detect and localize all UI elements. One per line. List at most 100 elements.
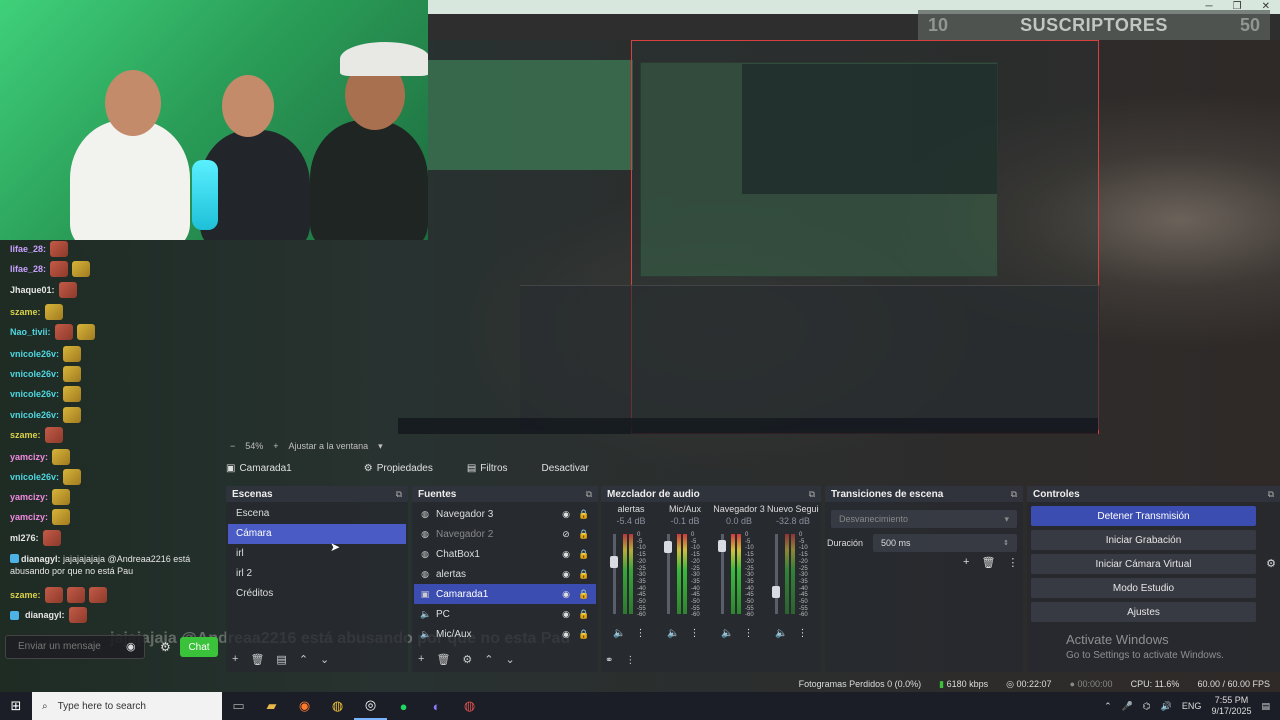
duration-input[interactable]: 500 ms ⇕ [873,534,1017,552]
source-item[interactable]: ◍ alertas ◉ 🔒 [414,564,596,584]
eye-icon[interactable]: ◉ [560,509,572,520]
lock-icon[interactable]: 🔒 [578,569,590,580]
more-icon[interactable]: ⋮ [689,628,699,639]
volume-fader-knob[interactable] [610,556,618,569]
start-virtual-camera-button[interactable]: Iniciar Cámara Virtual ⚙ [1031,554,1276,574]
transition-type-select[interactable]: Desvanecimiento ▾ [831,510,1017,528]
volume-fader-track[interactable] [775,534,778,614]
trash-icon[interactable]: 🗑 [981,556,995,569]
eye-icon[interactable]: ◉ [560,609,572,620]
speaker-icon[interactable]: 🔈 [721,628,733,639]
chrome-profile-icon[interactable]: ◍ [453,692,486,720]
lock-icon[interactable]: 🔒 [578,529,590,540]
eye-icon[interactable]: ◉ [560,569,572,580]
popout-icon[interactable]: ⧉ [586,489,592,500]
popout-icon[interactable]: ⧉ [809,489,815,500]
language-indicator[interactable]: ENG [1182,701,1202,711]
popout-icon[interactable]: ⧉ [396,489,402,500]
arrow-up-icon[interactable]: ⌃ [484,653,493,666]
more-icon[interactable]: ⋮ [635,628,645,639]
more-icon[interactable]: ⋮ [743,628,753,639]
filters-button[interactable]: ▤ Filtros [459,460,516,477]
chat-send-button[interactable]: Chat [180,637,218,657]
lock-icon[interactable]: 🔒 [578,509,590,520]
meter-tick-label: -10 [745,545,754,552]
discord-icon[interactable]: ◐ [420,692,453,720]
spinner-icon[interactable]: ⇕ [1003,539,1009,547]
speaker-icon[interactable]: 🔈 [775,628,787,639]
scene-item[interactable]: irl 2 [228,564,406,584]
mixer-channel: Navegador 3 0.0 dB 0 -5 -10 -15 -20 -25 -30 -35 -4… [713,504,765,654]
gear-icon[interactable]: ⚙ [160,640,171,654]
source-item[interactable]: 🔈 PC ◉ 🔒 [414,604,596,624]
chevron-down-icon[interactable]: ▾ [378,441,383,452]
source-item[interactable]: ◍ Navegador 3 ◉ 🔒 [414,504,596,524]
chat-input[interactable]: Enviar un mensaje [5,635,145,659]
properties-button[interactable]: ⚙ Propiedades [356,460,441,477]
settings-button[interactable]: Ajustes [1031,602,1256,622]
more-icon[interactable]: ⋮ [1007,556,1018,569]
arrow-down-icon[interactable]: ⌄ [320,653,329,666]
source-item[interactable]: 🔈 Mic/Aux ◉ 🔒 [414,624,596,644]
add-icon[interactable]: + [232,653,238,666]
eye-hidden-icon[interactable]: ⊘ [560,529,572,540]
windows-start-icon[interactable]: ⊞ [0,692,32,720]
microphone-icon[interactable]: 🎤 [1122,701,1133,712]
lock-icon[interactable]: 🔒 [578,549,590,560]
deactivate-button[interactable]: Desactivar [534,460,597,477]
speaker-icon[interactable]: 🔈 [667,628,679,639]
firefox-icon[interactable]: ◉ [288,692,321,720]
source-item[interactable]: ◍ ChatBox1 ◉ 🔒 [414,544,596,564]
taskbar-clock[interactable]: 7:55 PM 9/17/2025 [1211,695,1251,717]
network-icon[interactable]: ⌬ [1143,701,1151,712]
scene-item[interactable]: irl [228,544,406,564]
stop-streaming-button[interactable]: Detener Transmisión [1031,506,1256,526]
emote-icon [68,607,87,623]
chevron-up-icon[interactable]: ⌃ [1104,701,1112,712]
add-icon[interactable]: + [418,653,424,666]
studio-mode-button[interactable]: Modo Estudio [1031,578,1256,598]
scene-item-selected[interactable]: Cámara [228,524,406,544]
volume-fader-knob[interactable] [772,585,780,598]
gear-icon[interactable]: ⚙ [1266,557,1276,570]
camera-icon[interactable]: ◉ [126,640,136,653]
fit-window-select[interactable]: Ajustar a la ventana [289,441,369,451]
eye-icon[interactable]: ◉ [560,629,572,640]
trash-icon[interactable]: 🗑 [250,653,264,666]
eye-icon[interactable]: ◉ [560,549,572,560]
taskbar-search[interactable]: ⌕ Type here to search [32,692,222,720]
source-item-selected[interactable]: ▣ Camarada1 ◉ 🔒 [414,584,596,604]
popout-icon[interactable]: ⧉ [1011,489,1017,500]
more-icon[interactable]: ⋮ [625,655,635,666]
arrow-up-icon[interactable]: ⌃ [299,653,308,666]
lock-icon[interactable]: 🔒 [578,609,590,620]
add-icon[interactable]: + [963,556,969,569]
filter-icon[interactable]: ▤ [276,653,286,666]
zoom-in-icon[interactable]: + [273,441,278,451]
popout-icon[interactable]: ⧉ [1268,489,1274,500]
trash-icon[interactable]: 🗑 [436,653,450,666]
volume-icon[interactable]: 🔊 [1161,701,1172,712]
volume-fader-knob[interactable] [664,541,672,554]
lock-icon[interactable]: 🔒 [578,589,590,600]
more-icon[interactable]: ⋮ [797,628,807,639]
arrow-down-icon[interactable]: ⌄ [506,653,515,666]
link-icon[interactable]: ⚭ [605,655,613,666]
lock-icon[interactable]: 🔒 [578,629,590,640]
spotify-icon[interactable]: ● [387,692,420,720]
eye-icon[interactable]: ◉ [560,589,572,600]
zoom-out-icon[interactable]: − [230,441,235,451]
speaker-icon[interactable]: 🔈 [613,628,625,639]
gear-icon[interactable]: ⚙ [462,653,472,666]
notification-icon[interactable]: ▤ [1261,701,1270,712]
task-view-icon[interactable]: ▭ [222,692,255,720]
scene-item[interactable]: Escena [228,504,406,524]
volume-fader-track[interactable] [613,534,616,614]
obs-icon[interactable]: ◎ [354,692,387,720]
start-recording-button[interactable]: Iniciar Grabación [1031,530,1256,550]
chrome-icon[interactable]: ◍ [321,692,354,720]
file-explorer-icon[interactable]: ▰ [255,692,288,720]
scene-item[interactable]: Créditos [228,584,406,604]
volume-fader-knob[interactable] [718,539,726,552]
source-item[interactable]: ◍ Navegador 2 ⊘ 🔒 [414,524,596,544]
